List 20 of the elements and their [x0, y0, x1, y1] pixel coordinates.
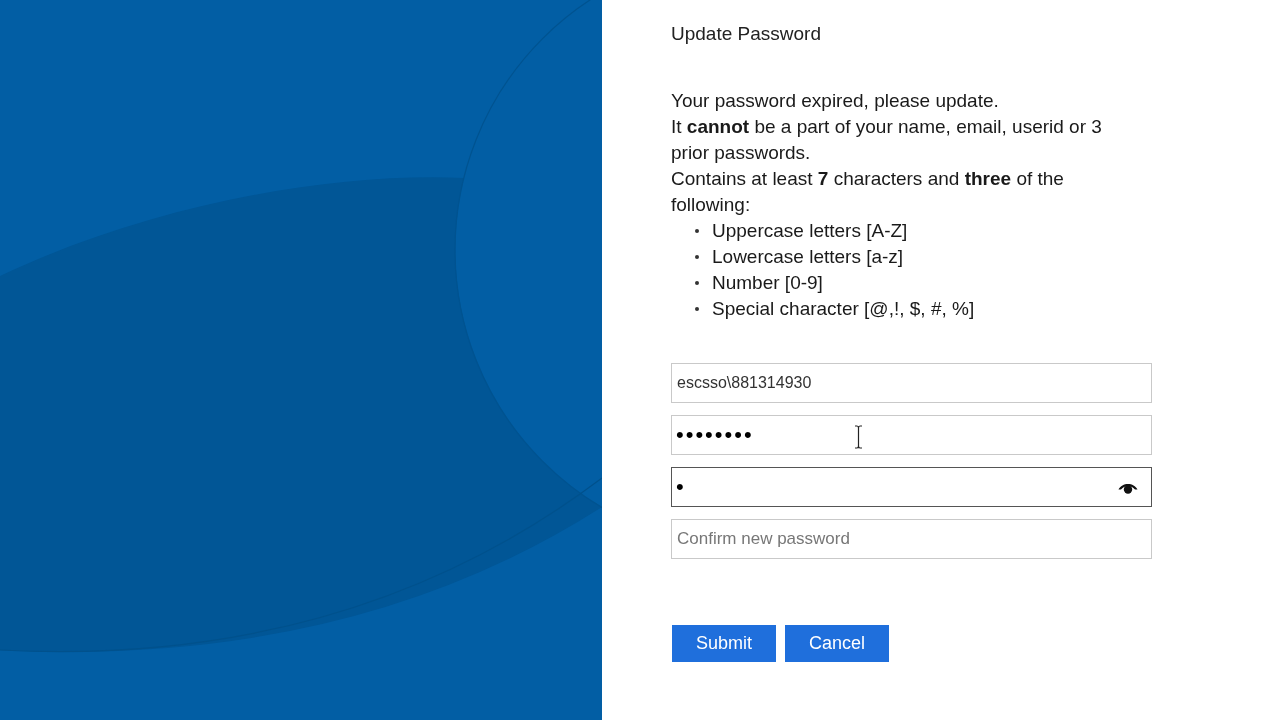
password-field[interactable]: Confirm new password — [671, 519, 1152, 559]
text-cursor-icon — [854, 425, 863, 449]
page-title: Update Password — [671, 22, 822, 46]
requirement-text: Uppercase letters [A-Z] — [712, 219, 908, 243]
bullet-icon — [695, 307, 699, 311]
bullet-icon — [695, 229, 699, 233]
password-field[interactable]: •••••••• — [671, 415, 1152, 455]
instruction-text: Your password expired, please update. — [671, 89, 1000, 113]
requirement-text: Special character [@,!, $, #, %] — [712, 297, 975, 321]
bullet-icon — [695, 281, 699, 285]
cancel-button[interactable]: Cancel — [785, 625, 890, 662]
bullet-icon — [695, 255, 699, 259]
requirement-text: Number [0-9] — [712, 271, 823, 295]
instruction-text: Contains at least 7 characters and three of the following: — [671, 167, 1065, 217]
submit-button[interactable]: Submit — [672, 625, 777, 662]
eye-icon[interactable] — [1118, 481, 1138, 494]
instruction-text: It cannot be a part of your name, email, userid or 3 prior passwords. — [671, 115, 1103, 165]
requirement-text: Lowercase letters [a-z] — [712, 245, 904, 269]
password-field[interactable]: • — [671, 467, 1152, 507]
username-field[interactable]: escsso\881314930 — [671, 363, 1152, 403]
